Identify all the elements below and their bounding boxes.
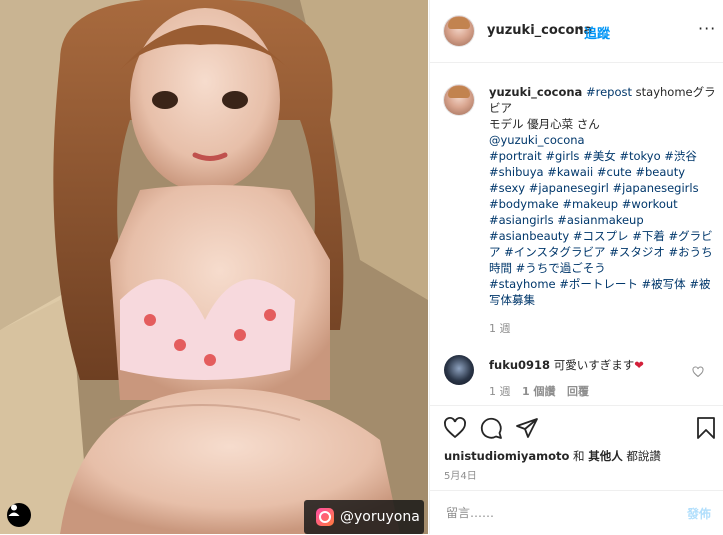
heart-icon: [444, 417, 466, 439]
comment-input[interactable]: [444, 501, 668, 525]
hashtag-link[interactable]: #うちで過ごそう: [516, 261, 606, 275]
user-tag-icon: [8, 504, 20, 516]
hashtag-link[interactable]: #girls: [545, 149, 579, 163]
hashtag-link[interactable]: #渋谷: [664, 149, 697, 163]
likes-suffix: 都說讚: [626, 449, 661, 463]
comment-username[interactable]: fuku0918: [489, 358, 550, 372]
share-icon: [516, 418, 538, 438]
hashtag-link[interactable]: #kawaii: [547, 165, 593, 179]
more-icon[interactable]: ···: [698, 19, 716, 38]
photo-tag-label: @yoruyona: [340, 509, 420, 525]
avatar[interactable]: [444, 355, 474, 385]
post-header: yuzuki_cocona • 追蹤 ···: [430, 0, 723, 63]
comment-box: 發佈: [430, 490, 723, 535]
hashtag-link[interactable]: #sexy: [489, 181, 525, 195]
caption-segment: モデル 優月心菜 さん: [489, 117, 600, 131]
hashtag-link[interactable]: #japanesegirls: [613, 181, 699, 195]
caption-text: yuzuki_cocona #repost stayhomeグラビア モデル 優月…: [489, 84, 719, 308]
hashtag-link[interactable]: #shibuya: [489, 165, 544, 179]
hashtag-link[interactable]: #美女: [583, 149, 616, 163]
hashtag-link[interactable]: #makeup: [562, 197, 618, 211]
comment-time: 1 週: [489, 385, 511, 398]
hashtag-link[interactable]: @yuzuki_cocona: [489, 133, 585, 147]
avatar[interactable]: [444, 85, 474, 115]
comment-likes[interactable]: 1 個讚: [522, 385, 555, 398]
post-button[interactable]: 發佈: [687, 505, 711, 522]
avatar[interactable]: [444, 16, 474, 46]
heart-icon: [692, 366, 704, 378]
caption-block: yuzuki_cocona #repost stayhomeグラビア モデル 優月…: [430, 63, 723, 403]
photo-tag-badge[interactable]: @yoruyona: [304, 500, 424, 534]
hashtag-link[interactable]: #cute: [597, 165, 632, 179]
hashtag-link[interactable]: #beauty: [635, 165, 685, 179]
caption-username[interactable]: yuzuki_cocona: [489, 85, 582, 99]
post-date[interactable]: 5月4日: [444, 467, 477, 482]
hashtag-link[interactable]: #下着: [632, 229, 665, 243]
comment-button[interactable]: [479, 416, 503, 444]
hashtag-link[interactable]: #インスタグラビア: [504, 245, 605, 259]
reply-button[interactable]: 回覆: [567, 385, 589, 398]
comment-meta: 1 週 1 個讚 回覆: [489, 383, 589, 399]
likes-summary: unistudiomiyamoto 和 其他人 都說讚: [444, 448, 661, 464]
follow-button[interactable]: 追蹤: [584, 23, 610, 42]
hashtag-link[interactable]: #bodymake: [489, 197, 559, 211]
likes-others[interactable]: 其他人: [588, 449, 623, 463]
hashtag-link[interactable]: #asianmakeup: [557, 213, 643, 227]
hashtag-link[interactable]: #asiangirls: [489, 213, 554, 227]
comment-like-button[interactable]: [692, 363, 704, 382]
hashtag-link[interactable]: #repost: [586, 85, 632, 99]
hashtag-link[interactable]: #workout: [622, 197, 678, 211]
comment-row: fuku0918 可愛いすぎます❤ 1 週 1 個讚 回覆: [430, 353, 723, 403]
hashtag-link[interactable]: #asianbeauty: [489, 229, 569, 243]
comment-body: 可愛いすぎます: [553, 358, 635, 372]
hashtag-link[interactable]: #ポートレート: [559, 277, 638, 291]
user-tag-button[interactable]: [7, 503, 31, 527]
hashtag-link[interactable]: #被写体: [642, 277, 686, 291]
share-button[interactable]: [515, 416, 539, 444]
likes-user[interactable]: unistudiomiyamoto: [444, 449, 569, 463]
hashtag-link[interactable]: #japanesegirl: [529, 181, 609, 195]
hashtag-link[interactable]: #コスプレ: [573, 229, 629, 243]
caption-time: 1 週: [489, 322, 511, 335]
post-sidebar: yuzuki_cocona • 追蹤 ··· yuzuki_cocona #re…: [429, 0, 723, 534]
photo-illustration: [0, 0, 428, 534]
comment-icon: [480, 417, 502, 439]
heart-emoji-icon: ❤: [634, 358, 644, 372]
comment-text: fuku0918 可愛いすぎます❤: [489, 357, 644, 373]
hashtag-link[interactable]: #スタジオ: [609, 245, 665, 259]
likes-and: 和: [573, 449, 585, 463]
hashtag-link[interactable]: #stayhome: [489, 277, 556, 291]
hashtag-link[interactable]: #tokyo: [619, 149, 660, 163]
like-button[interactable]: [443, 416, 467, 444]
hashtag-link[interactable]: #portrait: [489, 149, 542, 163]
bookmark-icon: [697, 417, 715, 439]
app-logo-icon: [316, 508, 334, 526]
bookmark-button[interactable]: [695, 416, 717, 444]
post-photo[interactable]: @yoruyona: [0, 0, 428, 534]
action-bar: [430, 405, 723, 450]
